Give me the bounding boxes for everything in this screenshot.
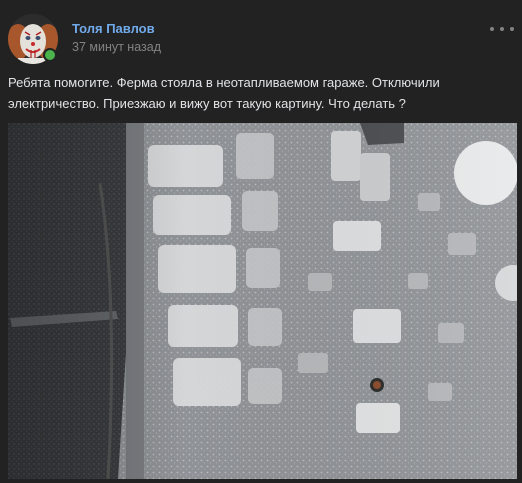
online-indicator (43, 48, 57, 62)
post-text-line: электричество. Приезжаю и вижу вот такую… (8, 96, 406, 111)
author-name[interactable]: Толя Павлов (72, 21, 155, 36)
more-options-icon[interactable] (490, 20, 514, 38)
dot-icon (490, 27, 494, 31)
author-avatar[interactable] (8, 14, 58, 64)
frozen-motherboard-image (8, 123, 517, 479)
wall-post: Толя Павлов 37 минут назад Ребята помоги… (0, 0, 522, 483)
post-text: Ребята помогите. Ферма стояла в неотапли… (8, 72, 508, 114)
post-text-line: Ребята помогите. Ферма стояла в неотапли… (8, 75, 440, 90)
dot-icon (510, 27, 514, 31)
post-time[interactable]: 37 минут назад (72, 40, 161, 54)
dot-icon (500, 27, 504, 31)
post-photo[interactable] (8, 123, 517, 479)
